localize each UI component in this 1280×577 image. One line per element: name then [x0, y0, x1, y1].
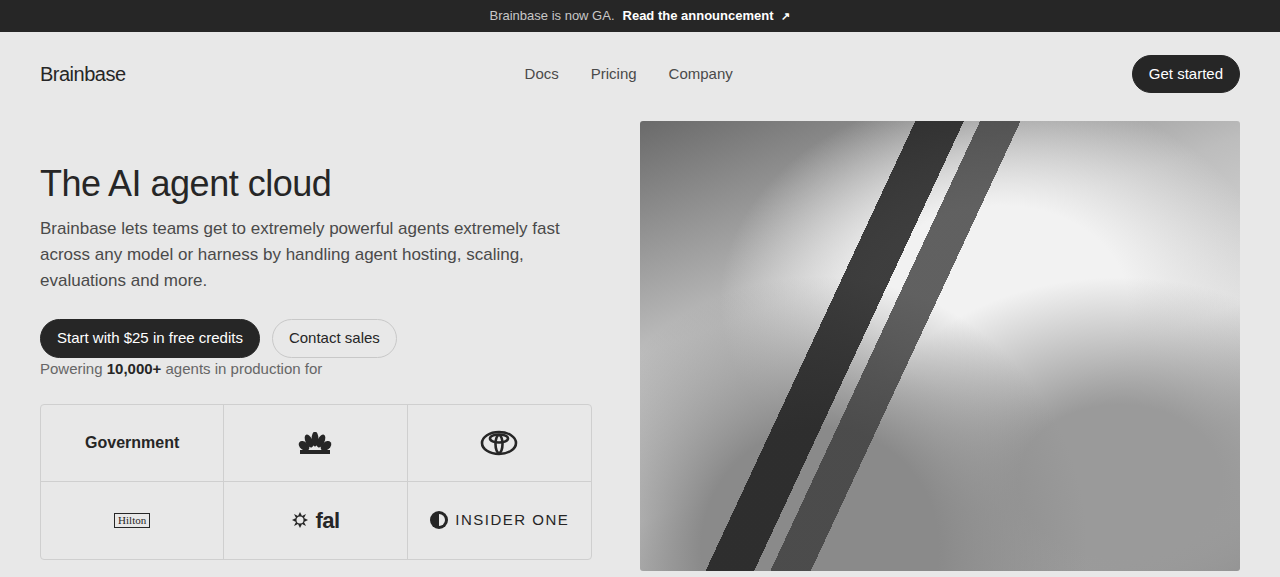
arrow-icon[interactable]: ↗ — [781, 8, 790, 25]
toyota-logo-icon — [480, 430, 518, 456]
hilton-logo: Hilton — [114, 513, 150, 528]
logo-cell: Hilton — [41, 482, 224, 559]
contact-sales-button[interactable]: Contact sales — [272, 319, 397, 358]
nbc-peacock-icon — [298, 432, 332, 454]
hero: The AI agent cloud Brainbase lets teams g… — [0, 116, 1280, 571]
government-logo: Government — [85, 431, 179, 455]
nav-link[interactable]: Company — [669, 63, 733, 86]
customer-logos: Government Hilton fal INSIDER ONE — [40, 404, 592, 560]
logo-cell: INSIDER ONE — [408, 482, 591, 559]
hero-title: The AI agent cloud — [40, 162, 592, 205]
logo[interactable]: Brainbase — [40, 59, 126, 89]
banner-text: Brainbase is now GA. — [490, 6, 615, 26]
hero-image — [640, 121, 1240, 571]
nav-link[interactable]: Docs — [525, 63, 559, 86]
announcement-banner: Brainbase is now GA. Read the announcemen… — [0, 0, 1280, 32]
free-credits-button[interactable]: Start with $25 in free credits — [40, 319, 260, 358]
hero-description: Brainbase lets teams get to extremely po… — [40, 216, 592, 294]
announcement-link-text[interactable]: Read the announcement — [623, 6, 774, 26]
logo-cell — [224, 405, 407, 482]
announcement-link[interactable]: Read the announcement ↗ — [623, 6, 791, 26]
insider-one-logo: INSIDER ONE — [455, 509, 569, 532]
fal-logo-icon — [291, 511, 309, 529]
logo-cell: Government — [41, 405, 224, 482]
agent-count: 10,000+ — [107, 360, 162, 377]
hero-content: The AI agent cloud Brainbase lets teams g… — [40, 121, 592, 571]
hero-actions: Start with $25 in free credits Contact sa… — [40, 319, 592, 358]
navbar: Brainbase Docs Pricing Company Get started — [0, 32, 1280, 116]
logo-cell: fal — [224, 482, 407, 559]
logo-cell — [408, 405, 591, 482]
powering-text: Powering 10,000+ agents in production fo… — [40, 359, 592, 379]
insider-one-icon — [429, 510, 449, 530]
nav-link[interactable]: Pricing — [591, 63, 637, 86]
nav-links: Docs Pricing Company — [525, 63, 733, 86]
get-started-button[interactable]: Get started — [1132, 55, 1240, 94]
fal-logo: fal — [315, 504, 339, 537]
